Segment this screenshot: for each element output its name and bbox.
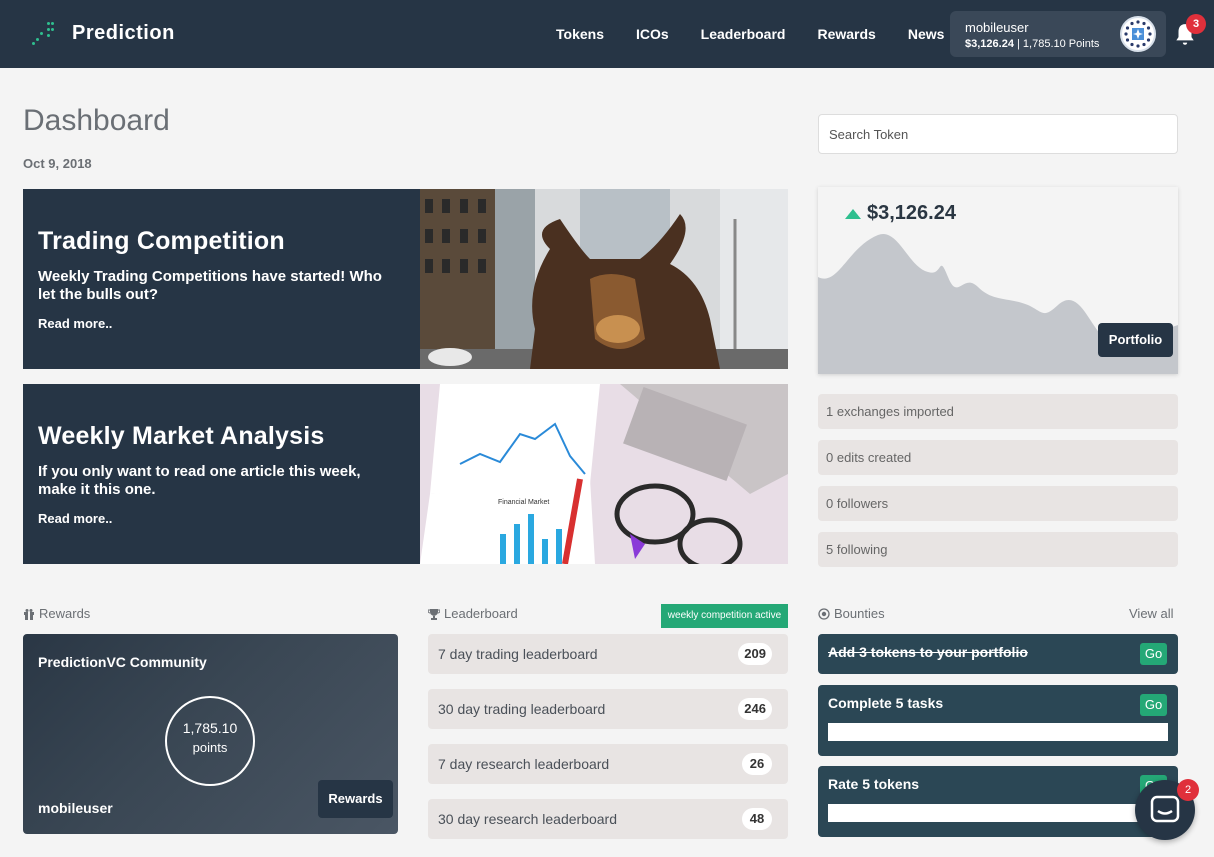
bounties-heading-label: Bounties	[834, 606, 885, 621]
nav-link-leaderboard[interactable]: Leaderboard	[701, 26, 786, 42]
leaderboard-item[interactable]: 7 day research leaderboard 26	[428, 744, 788, 784]
feature-card-trading-competition[interactable]: Trading Competition Weekly Trading Compe…	[23, 189, 788, 369]
stat-exchanges[interactable]: 1 exchanges imported	[818, 394, 1178, 429]
trend-up-icon	[845, 209, 861, 219]
portfolio-button[interactable]: Portfolio	[1098, 323, 1173, 357]
feature-subtitle: Weekly Trading Competitions have started…	[38, 268, 382, 303]
leaderboard-item[interactable]: 7 day trading leaderboard 209	[428, 634, 788, 674]
nav-link-tokens[interactable]: Tokens	[556, 26, 604, 42]
gift-icon	[24, 608, 34, 620]
leaderboard-item-count: 246	[738, 698, 772, 720]
search-input[interactable]	[818, 114, 1178, 154]
leaderboard-item-label: 7 day trading leaderboard	[438, 646, 598, 662]
leaderboard-item[interactable]: 30 day trading leaderboard 246	[428, 689, 788, 729]
feature-subtitle: If you only want to read one article thi…	[38, 463, 361, 498]
user-menu[interactable]: mobileuser $3,126.24 | 1,785.10 Points	[950, 11, 1166, 57]
competition-status-badge: weekly competition active	[661, 604, 788, 628]
nav-link-news[interactable]: News	[908, 26, 945, 42]
rewards-heading-label: Rewards	[39, 606, 91, 621]
brand-name: Prediction	[72, 21, 175, 44]
bounties-view-all-link[interactable]: View all	[1129, 606, 1174, 621]
points-unit: points	[192, 740, 228, 755]
leaderboard-item-label: 30 day research leaderboard	[438, 811, 618, 827]
bounties-heading: Bounties	[818, 606, 885, 621]
bounty-card: Complete 5 tasks Go	[818, 685, 1178, 756]
bounty-progress-bar	[828, 723, 1168, 741]
feature-card-market-analysis[interactable]: Weekly Market Analysis If you only want …	[23, 384, 788, 564]
nav-link-rewards[interactable]: Rewards	[817, 26, 875, 42]
user-balance: $3,126.24	[965, 38, 1014, 50]
feature-text: Trading Competition Weekly Trading Compe…	[38, 227, 403, 333]
page-title: Dashboard	[23, 104, 170, 137]
leaderboard-item-count: 26	[742, 753, 772, 775]
target-icon	[818, 607, 830, 620]
feature-text: Weekly Market Analysis If you only want …	[38, 422, 403, 528]
rewards-button[interactable]: Rewards	[318, 780, 393, 818]
user-name: mobileuser	[965, 20, 1029, 35]
stat-following[interactable]: 5 following	[818, 532, 1178, 567]
bounty-card: Add 3 tokens to your portfolio Go	[818, 634, 1178, 674]
brand-logo-icon	[32, 20, 54, 46]
leaderboard-item-count: 209	[738, 643, 772, 665]
leaderboard-item-label: 30 day trading leaderboard	[438, 701, 606, 717]
chat-unread-badge: 2	[1177, 779, 1199, 801]
feature-title: Weekly Market Analysis	[38, 422, 325, 450]
feature-title: Trading Competition	[38, 227, 285, 255]
community-name: PredictionVC Community	[38, 654, 207, 670]
bounty-go-button[interactable]: Go	[1140, 694, 1167, 716]
bounty-progress-bar	[828, 804, 1168, 822]
leaderboard-item-count: 48	[742, 808, 772, 830]
bounty-title: Add 3 tokens to your portfolio	[828, 644, 1028, 660]
user-points: 1,785.10 Points	[1022, 38, 1100, 50]
bounty-title: Complete 5 tasks	[828, 695, 944, 711]
rewards-heading: Rewards	[23, 606, 90, 621]
trophy-icon	[428, 608, 440, 620]
read-more-link[interactable]: Read more..	[38, 511, 112, 526]
user-stats: $3,126.24 | 1,785.10 Points	[965, 38, 1099, 50]
points-circle: 1,785.10 points	[165, 696, 255, 786]
page-date: Oct 9, 2018	[23, 156, 92, 171]
market-chart-image: Financial Market	[420, 384, 788, 564]
nav-links: Tokens ICOs Leaderboard Rewards News	[540, 0, 960, 68]
brand[interactable]: Prediction	[32, 20, 175, 46]
leaderboard-heading-label: Leaderboard	[444, 606, 518, 621]
stat-followers[interactable]: 0 followers	[818, 486, 1178, 521]
rewards-card: PredictionVC Community 1,785.10 points m…	[23, 634, 398, 834]
image-chart-label: Financial Market	[498, 499, 549, 506]
notification-badge: 3	[1186, 14, 1206, 34]
bounty-card: Rate 5 tokens Go	[818, 766, 1178, 837]
bounty-go-button[interactable]: Go	[1140, 643, 1167, 665]
points-value: 1,785.10	[182, 720, 238, 736]
rewards-username: mobileuser	[38, 800, 113, 816]
read-more-link[interactable]: Read more..	[38, 316, 112, 331]
bounty-title: Rate 5 tokens	[828, 776, 920, 792]
leaderboard-item[interactable]: 30 day research leaderboard 48	[428, 799, 788, 839]
stat-edits[interactable]: 0 edits created	[818, 440, 1178, 475]
portfolio-value: $3,126.24	[867, 202, 956, 224]
leaderboard-heading: Leaderboard	[428, 606, 518, 621]
avatar[interactable]	[1120, 16, 1156, 52]
bull-image	[420, 189, 788, 369]
portfolio-widget: $3,126.24 Portfolio	[818, 187, 1178, 374]
leaderboard-item-label: 7 day research leaderboard	[438, 756, 610, 772]
nav-link-icos[interactable]: ICOs	[636, 26, 669, 42]
user-stats-separator: |	[1017, 38, 1020, 50]
top-navbar: Prediction Tokens ICOs Leaderboard Rewar…	[0, 0, 1214, 68]
